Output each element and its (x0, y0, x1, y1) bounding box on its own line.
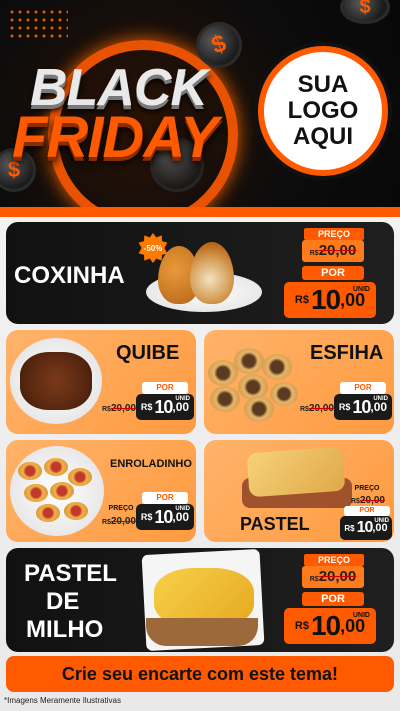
product-name: ENROLADINHO (110, 458, 192, 470)
cta-banner[interactable]: Crie seu encarte com este tema! (6, 656, 394, 692)
old-price: R$20,00 (351, 495, 385, 506)
enroladinho-image (24, 484, 48, 502)
enroladinho-image (64, 502, 88, 520)
esfiha-image (244, 396, 274, 422)
enroladinho-image (18, 462, 42, 480)
product-card-pastel[interactable]: PASTEL PREÇO R$20,00 POR R$ 10 ,00 UNID (204, 440, 394, 542)
old-price: R$20,00 (302, 566, 364, 588)
preco-label: PREÇO (304, 228, 364, 240)
product-name-line: PASTEL (24, 560, 117, 587)
pastel-milho-image (146, 618, 258, 646)
por-label: POR (142, 492, 188, 504)
dot-pattern (8, 8, 68, 38)
esfiha-image (270, 382, 298, 406)
coxinha-image (190, 242, 234, 304)
price: R$ 10 ,00 UNID (136, 394, 194, 420)
esfiha-image (262, 354, 292, 380)
product-name: QUIBE (116, 342, 180, 364)
product-name: COXINHA (14, 262, 125, 289)
por-label: POR (302, 266, 364, 280)
header-divider (0, 207, 400, 217)
product-name-line: DE (46, 588, 80, 615)
old-price: R$20,00 (302, 240, 364, 262)
product-name-line: MILHO (26, 616, 104, 643)
por-label: POR (142, 382, 188, 394)
logo-placeholder[interactable]: SUA LOGO AQUI (258, 46, 388, 176)
esfiha-image (210, 386, 240, 412)
price: R$ 10 ,00 UNID (284, 608, 376, 644)
old-price: R$20,00 (300, 403, 334, 414)
old-price: R$20,00 (102, 403, 136, 414)
product-name: ESFIHA (310, 342, 384, 364)
product-name: PASTEL (240, 514, 310, 534)
product-card-coxinha[interactable]: COXINHA PREÇO R$20,00 POR R$ 10 ,00 UNID (6, 222, 394, 324)
flyer: $ $ $ BLACK FRIDAY SUA LOGO AQUI COXINHA… (0, 0, 400, 711)
disclaimer: *Imagens Meramente Ilustrativas (4, 696, 121, 705)
product-card-esfiha[interactable]: ESFIHA POR R$20,00 R$ 10 ,00 UNID (204, 330, 394, 434)
quibe-image (20, 352, 92, 410)
enroladinho-image (36, 504, 60, 522)
price: R$ 10 ,00 UNID (340, 516, 392, 540)
por-label: POR (302, 592, 364, 606)
logo-line: LOGO (287, 97, 359, 124)
por-label: POR (344, 506, 390, 516)
product-card-enroladinho[interactable]: ENROLADINHO POR PREÇO R$20,00 R$ 10 ,00 … (6, 440, 196, 542)
preco-label: PREÇO (304, 554, 364, 566)
por-label: POR (340, 382, 386, 394)
product-card-pastel-de-milho[interactable]: PASTEL DE MILHO PREÇO R$20,00 POR R$ 10 … (6, 548, 394, 652)
esfiha-image (234, 348, 264, 374)
enroladinho-image (50, 482, 74, 500)
price: R$ 10 ,00 UNID (136, 504, 194, 530)
coin-icon: $ (340, 0, 390, 24)
price: R$ 10 ,00 UNID (284, 282, 376, 318)
price: R$ 10 ,00 UNID (334, 394, 392, 420)
header-banner: $ $ $ BLACK FRIDAY SUA LOGO AQUI (0, 0, 400, 215)
old-price: R$20,00 (102, 516, 136, 527)
pastel-image (246, 446, 346, 498)
enroladinho-image (44, 458, 68, 476)
product-card-quibe[interactable]: QUIBE POR R$20,00 R$ 10 ,00 UNID (6, 330, 196, 434)
title-friday: FRIDAY (12, 105, 219, 170)
logo-line: SUA (297, 71, 349, 98)
logo-line: AQUI (293, 123, 353, 150)
enroladinho-image (68, 468, 92, 486)
